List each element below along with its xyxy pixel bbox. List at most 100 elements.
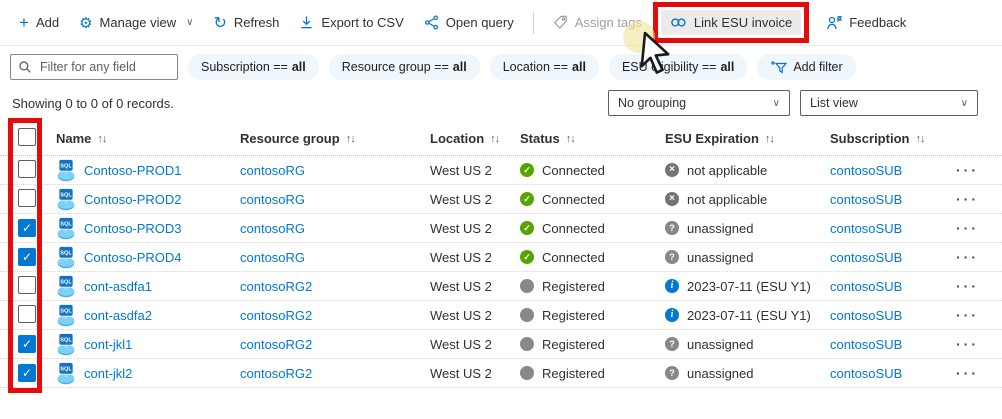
- resource-group-link[interactable]: contosoRG2: [240, 279, 312, 294]
- row-checkbox[interactable]: ✓: [18, 335, 36, 353]
- status-label: Registered: [542, 308, 605, 323]
- sort-icon: ↑↓: [915, 133, 924, 145]
- sort-icon: ↑↓: [566, 133, 575, 145]
- esu-info-icon: i: [665, 308, 679, 322]
- subscription-link[interactable]: contosoSUB: [830, 250, 902, 265]
- subscription-link[interactable]: contosoSUB: [830, 221, 902, 236]
- row-checkbox[interactable]: [18, 160, 36, 178]
- feedback-label: Feedback: [849, 15, 906, 30]
- assign-tags-button: Assign tags: [544, 10, 651, 35]
- row-checkbox[interactable]: ✓: [18, 248, 36, 266]
- row-menu-button[interactable]: ···: [945, 307, 1002, 323]
- esu-expiration-label: unassigned: [687, 250, 754, 265]
- view-dropdown[interactable]: List view ∨: [800, 90, 978, 116]
- resource-group-link[interactable]: contosoRG: [240, 192, 305, 207]
- row-menu-button[interactable]: ···: [945, 220, 1002, 236]
- sql-server-icon: SQL: [56, 304, 76, 327]
- esu-expiration-label: 2023-07-11 (ESU Y1): [687, 279, 811, 294]
- row-checkbox[interactable]: [18, 189, 36, 207]
- add-button[interactable]: + Add: [10, 8, 68, 38]
- server-name-link[interactable]: cont-jkl1: [84, 337, 132, 352]
- table-row: SQLcont-asdfa2contosoRG2West US 2Registe…: [0, 301, 1002, 330]
- svg-text:SQL: SQL: [60, 366, 72, 372]
- subscription-link[interactable]: contosoSUB: [830, 308, 902, 323]
- download-icon: [299, 15, 314, 30]
- add-filter-button[interactable]: Add filter: [757, 54, 855, 80]
- filter-pill-value: all: [292, 60, 306, 74]
- export-to-csv-button[interactable]: Export to CSV: [290, 10, 412, 35]
- resource-group-link[interactable]: contosoRG2: [240, 366, 312, 381]
- column-header-name[interactable]: Name↑↓: [56, 131, 240, 146]
- status-label: Registered: [542, 366, 605, 381]
- server-name-link[interactable]: Contoso-PROD4: [84, 250, 182, 265]
- column-header-esu-expiration[interactable]: ESU Expiration↑↓: [665, 131, 830, 146]
- row-menu-button[interactable]: ···: [945, 278, 1002, 294]
- row-checkbox[interactable]: ✓: [18, 219, 36, 237]
- server-name-link[interactable]: Contoso-PROD3: [84, 221, 182, 236]
- filter-pill[interactable]: Subscription ==all: [188, 54, 319, 80]
- feedback-button[interactable]: Feedback: [817, 10, 915, 36]
- svg-text:SQL: SQL: [60, 337, 72, 343]
- subscription-link[interactable]: contosoSUB: [830, 366, 902, 381]
- column-header-resource-group[interactable]: Resource group↑↓: [240, 131, 430, 146]
- resource-group-link[interactable]: contosoRG: [240, 250, 305, 265]
- column-header-subscription[interactable]: Subscription↑↓: [830, 131, 945, 146]
- resource-group-link[interactable]: contosoRG: [240, 163, 305, 178]
- status-label: Registered: [542, 279, 605, 294]
- server-name-link[interactable]: Contoso-PROD2: [84, 192, 182, 207]
- row-checkbox[interactable]: [18, 276, 36, 294]
- server-name-link[interactable]: cont-asdfa2: [84, 308, 152, 323]
- row-menu-button[interactable]: ···: [945, 191, 1002, 207]
- location-cell: West US 2: [430, 163, 520, 178]
- filter-pill[interactable]: ESU eligibility ==all: [609, 54, 747, 80]
- row-menu-button[interactable]: ···: [945, 336, 1002, 352]
- filter-pill[interactable]: Resource group ==all: [329, 54, 480, 80]
- row-menu-button[interactable]: ···: [945, 365, 1002, 381]
- feedback-icon: [826, 15, 842, 31]
- open-query-button[interactable]: Open query: [415, 10, 523, 35]
- filter-pill[interactable]: Location ==all: [490, 54, 599, 80]
- sort-icon: ↑↓: [490, 133, 499, 145]
- resource-group-link[interactable]: contosoRG2: [240, 337, 312, 352]
- refresh-button[interactable]: ↻ Refresh: [204, 8, 288, 38]
- server-name-link[interactable]: cont-asdfa1: [84, 279, 152, 294]
- row-menu-button[interactable]: ···: [945, 249, 1002, 265]
- row-checkbox[interactable]: ✓: [18, 364, 36, 382]
- location-cell: West US 2: [430, 337, 520, 352]
- resource-group-link[interactable]: contosoRG2: [240, 308, 312, 323]
- row-menu-button[interactable]: ···: [945, 162, 1002, 178]
- server-name-link[interactable]: cont-jkl2: [84, 366, 132, 381]
- share-icon: [424, 15, 439, 30]
- filter-search-input[interactable]: [38, 59, 170, 75]
- subscription-link[interactable]: contosoSUB: [830, 192, 902, 207]
- link-esu-invoice-button[interactable]: Link ESU invoice: [661, 10, 801, 35]
- svg-text:SQL: SQL: [60, 308, 72, 314]
- esu-unassigned-icon: ?: [665, 221, 679, 235]
- connected-status-icon: ✓: [520, 250, 534, 264]
- link-icon: [670, 17, 687, 28]
- server-name-link[interactable]: Contoso-PROD1: [84, 163, 182, 178]
- esu-unassigned-icon: ?: [665, 337, 679, 351]
- subscription-link[interactable]: contosoSUB: [830, 337, 902, 352]
- resource-group-link[interactable]: contosoRG: [240, 221, 305, 236]
- grouping-dropdown[interactable]: No grouping ∨: [608, 90, 790, 116]
- status-label: Registered: [542, 337, 605, 352]
- connected-status-icon: ✓: [520, 163, 534, 177]
- esu-unassigned-icon: ?: [665, 250, 679, 264]
- subscription-link[interactable]: contosoSUB: [830, 163, 902, 178]
- column-header-location[interactable]: Location↑↓: [430, 131, 520, 146]
- row-checkbox[interactable]: [18, 305, 36, 323]
- gear-icon: ⚙: [79, 14, 92, 32]
- subscription-link[interactable]: contosoSUB: [830, 279, 902, 294]
- column-header-status[interactable]: Status↑↓: [520, 131, 665, 146]
- filter-search-box[interactable]: [10, 54, 178, 80]
- plus-icon: +: [19, 13, 29, 33]
- sql-server-icon: SQL: [56, 159, 76, 182]
- table-header-row: Name↑↓ Resource group↑↓ Location↑↓ Statu…: [0, 122, 1002, 156]
- esu-expiration-label: not applicable: [687, 163, 767, 178]
- manage-view-button[interactable]: ⚙ Manage view ∨: [70, 9, 202, 37]
- view-value: List view: [810, 96, 858, 110]
- select-all-checkbox[interactable]: [18, 128, 36, 146]
- connected-status-icon: ✓: [520, 221, 534, 235]
- esu-expiration-label: 2023-07-11 (ESU Y1): [687, 308, 811, 323]
